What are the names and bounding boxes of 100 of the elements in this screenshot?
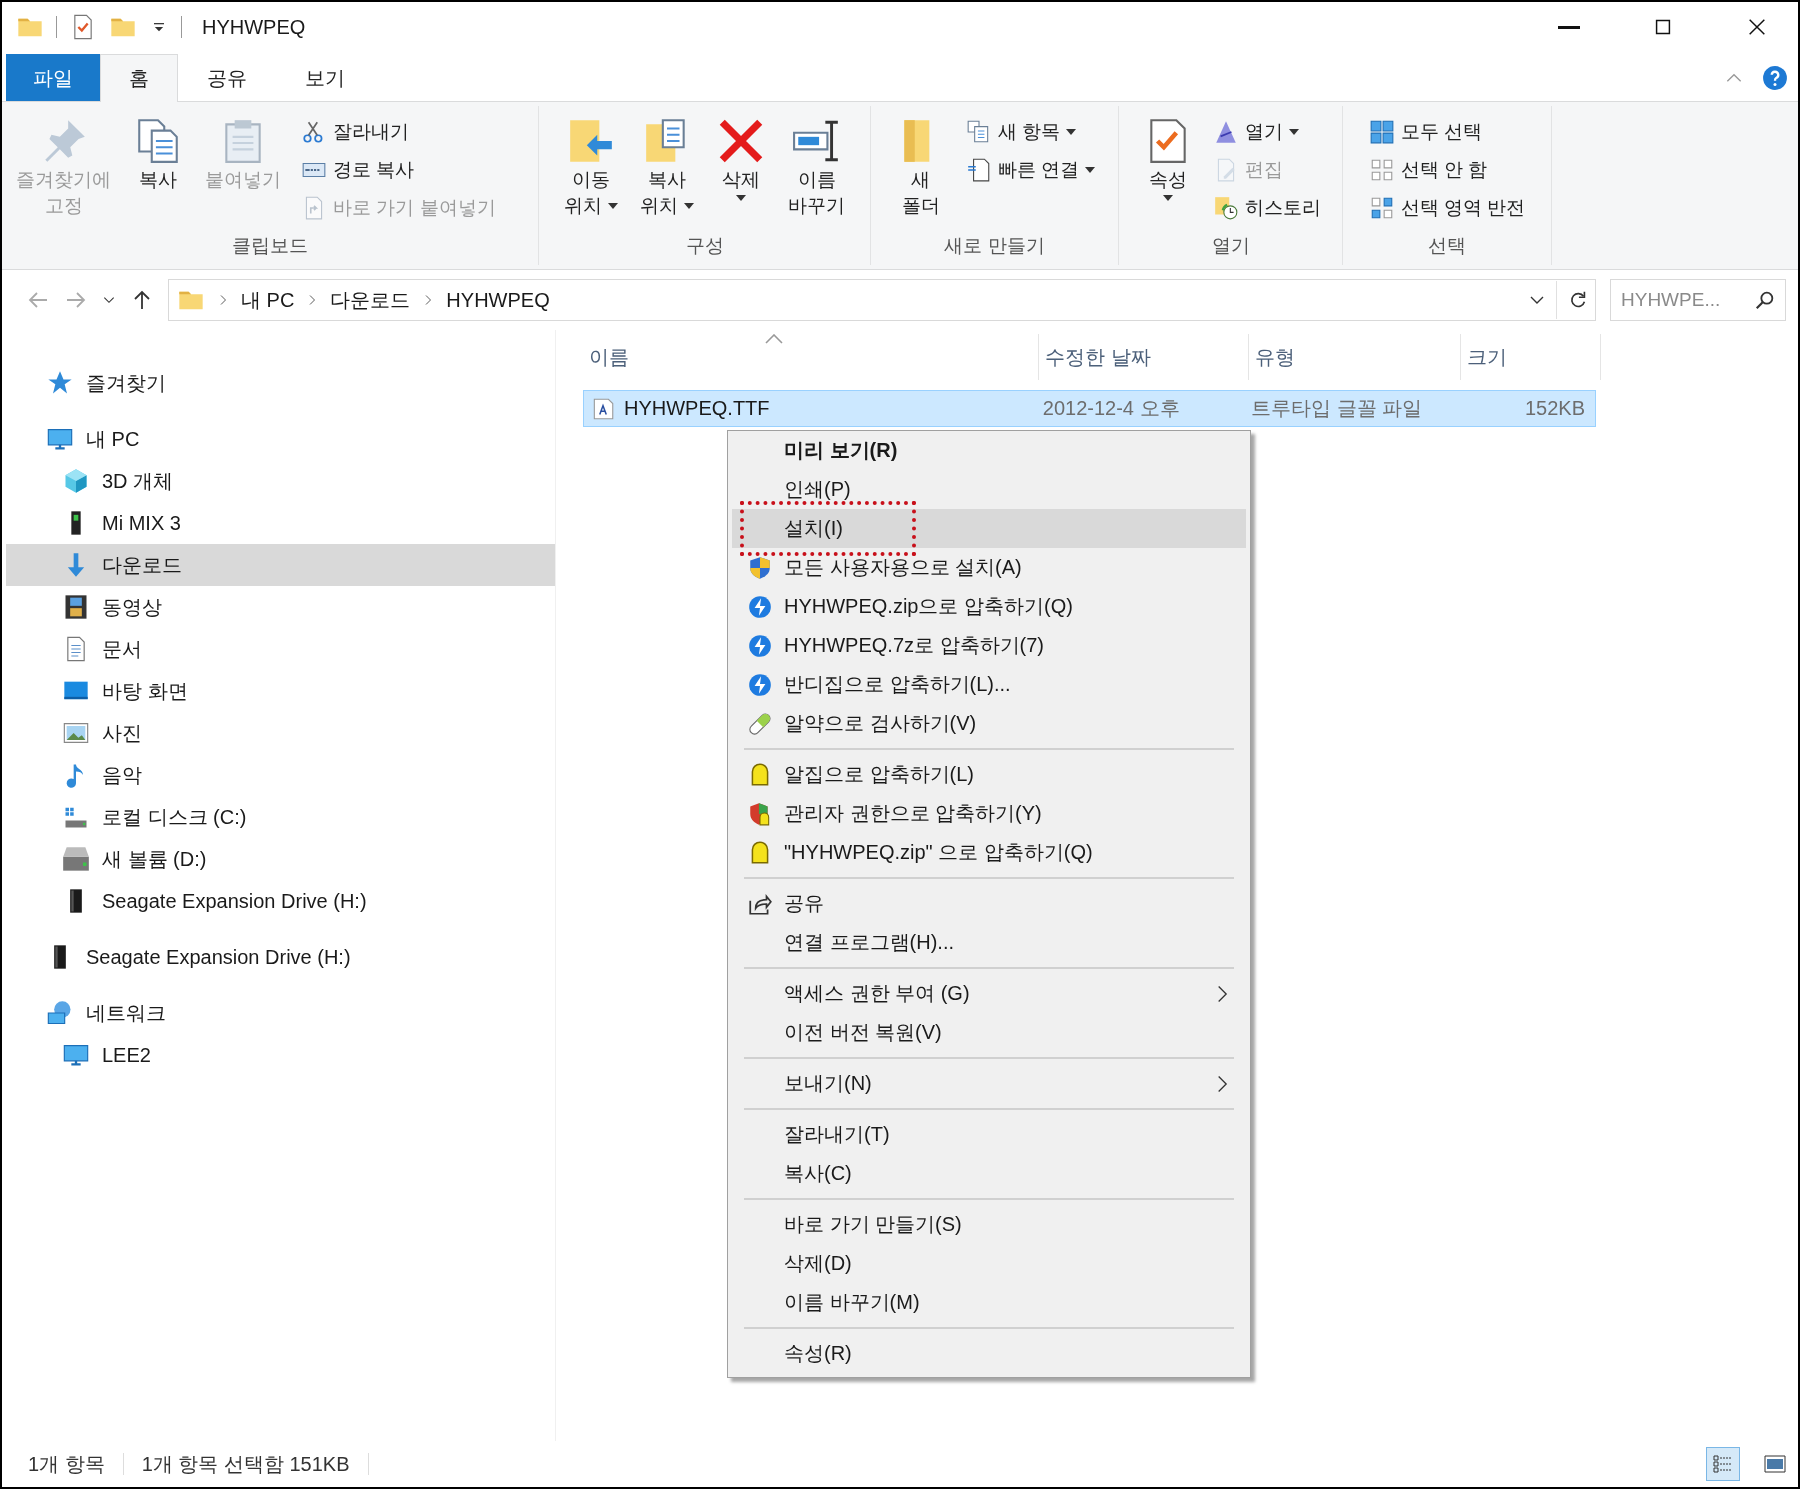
menu-item[interactable]: HYHWPEQ.zip으로 압축하기(Q)	[732, 587, 1246, 626]
ribbon-tab[interactable]: 공유	[178, 54, 276, 102]
column-header[interactable]: 유형	[1249, 334, 1461, 380]
nav-item[interactable]: 새 볼륨 (D:)	[6, 838, 555, 880]
nav-item[interactable]: 로컬 디스크 (C:)	[6, 796, 555, 838]
help-icon[interactable]	[1762, 64, 1788, 91]
ribbon-button[interactable]: 잘라내기	[297, 114, 500, 150]
pill-icon	[747, 710, 773, 737]
menu-item[interactable]: 속성(R)	[732, 1334, 1246, 1373]
ribbon-button[interactable]: 히스토리	[1208, 190, 1325, 226]
menu-item[interactable]: "HYHWPEQ.zip" 으로 압축하기(Q)	[732, 833, 1246, 872]
menu-item[interactable]: HYHWPEQ.7z로 압축하기(7)	[732, 626, 1246, 665]
ribbon-button[interactable]: 새 항목	[961, 114, 1100, 150]
menu-item[interactable]: 모든 사용자용으로 설치(A)	[732, 548, 1246, 587]
ribbon-button[interactable]: 모두 선택	[1364, 114, 1530, 150]
menu-item[interactable]: 알집으로 압축하기(L)	[732, 755, 1246, 794]
group-label: 열기	[1210, 234, 1251, 258]
column-header[interactable]: 수정한 날짜	[1039, 334, 1249, 380]
group-label: 구성	[684, 234, 725, 258]
menu-item[interactable]: 복사(C)	[732, 1154, 1246, 1193]
large-icons-view-icon	[1763, 1452, 1787, 1476]
column-header[interactable]: 크기	[1461, 334, 1601, 380]
caret-icon	[608, 203, 618, 210]
menu-item[interactable]: 잘라내기(T)	[732, 1115, 1246, 1154]
menu-item[interactable]: 이름 바꾸기(M)	[732, 1283, 1246, 1322]
ribbon-button[interactable]: 이동 위치	[558, 114, 624, 220]
caret-icon	[1066, 129, 1077, 135]
caret-icon	[1162, 194, 1173, 201]
menu-item[interactable]: 공유	[732, 884, 1246, 923]
table-cell: 152KB	[1524, 397, 1585, 420]
menu-item[interactable]: 연결 프로그램(H)...	[732, 923, 1246, 962]
ribbon-button[interactable]: 복사	[127, 114, 189, 194]
ribbon-button[interactable]: 이름 바꾸기	[782, 114, 851, 220]
view-button[interactable]	[1706, 1447, 1740, 1481]
history-icon	[1212, 195, 1239, 221]
menu-item[interactable]: 액세스 권한 부여 (G)	[732, 974, 1246, 1013]
ribbon-tab[interactable]: 파일	[6, 54, 100, 101]
group-label: 선택	[1427, 234, 1467, 258]
ribbon-button[interactable]: 속성	[1136, 114, 1199, 203]
status-text: 1개 항목 선택함 151KB	[141, 1451, 350, 1477]
ribbon-tab[interactable]: 보기	[276, 54, 374, 102]
column-header[interactable]: 이름	[583, 334, 1039, 380]
caret-icon	[1288, 129, 1299, 135]
group-label: 새로 만들기	[943, 234, 1046, 258]
file-row[interactable]: HYHWPEQ.TTF 2012-12-4 오후 트루타입 글꼴 파일 152KB	[583, 390, 1596, 427]
lightning-icon	[747, 632, 773, 659]
nav-item[interactable]: 문서	[6, 628, 555, 670]
caret-icon	[736, 194, 746, 201]
nav-item[interactable]: Mi MIX 3	[6, 502, 555, 544]
select-all-icon	[1368, 119, 1395, 145]
menu-item[interactable]: 알약으로 검사하기(V)	[732, 704, 1246, 743]
ribbon-button[interactable]: 새 폴더	[889, 114, 952, 220]
menu-item[interactable]: 보내기(N)	[732, 1064, 1246, 1103]
breadcrumb[interactable]: 다운로드	[330, 286, 411, 314]
nav-item[interactable]: 3D 개체	[6, 460, 555, 502]
ribbon-button[interactable]: 경로 복사	[297, 152, 500, 188]
nav-item[interactable]: 바탕 화면	[6, 670, 555, 712]
nav-item[interactable]: Seagate Expansion Drive (H:)	[6, 880, 555, 922]
breadcrumb[interactable]: HYHWPEQ	[446, 288, 550, 312]
ribbon-button[interactable]: 열기	[1208, 114, 1325, 150]
ribbon-button[interactable]: 선택 영역 반전	[1364, 190, 1530, 226]
nav-item[interactable]: 동영상	[6, 586, 555, 628]
nav-item[interactable]: 네트워크	[6, 992, 555, 1034]
nav-item[interactable]: 사진	[6, 712, 555, 754]
nav-item[interactable]: 음악	[6, 754, 555, 796]
caret-icon	[1085, 167, 1096, 173]
lightning-icon	[747, 593, 773, 620]
menu-item[interactable]: 인쇄(P)	[732, 470, 1246, 509]
nav-item[interactable]: 즐겨찾기	[6, 362, 555, 404]
ribbon-button[interactable]: 복사 위치	[634, 114, 700, 220]
lightning-icon	[747, 671, 773, 698]
nav-item[interactable]: 내 PC	[6, 418, 555, 460]
nav-item[interactable]: LEE2	[6, 1034, 555, 1076]
table-cell: HYHWPEQ.TTF	[624, 397, 770, 420]
window-title: HYHWPEQ	[202, 15, 307, 39]
menu-item[interactable]: 미리 보기(R)	[732, 431, 1246, 470]
search-field[interactable]: HYHWPE...	[1610, 279, 1786, 321]
link-document-icon	[965, 157, 992, 183]
group-label: 클립보드	[231, 234, 309, 258]
table-cell-text: 트루타입 글꼴 파일	[1251, 396, 1423, 421]
ribbon-button[interactable]: 삭제	[710, 114, 772, 203]
menu-item[interactable]: 반디집으로 압축하기(L)...	[732, 665, 1246, 704]
shield-icon	[747, 554, 773, 581]
ribbon-tab[interactable]: 홈	[100, 54, 178, 102]
nav-item[interactable]: 다운로드	[6, 544, 555, 586]
breadcrumb[interactable]: 내 PC	[241, 286, 295, 314]
nav-item[interactable]: Seagate Expansion Drive (H:)	[6, 936, 555, 978]
ribbon-button[interactable]: 빠른 연결	[961, 152, 1100, 188]
address-bar[interactable]: 내 PC 다운로드 HYHWPEQ	[168, 279, 1596, 321]
menu-item[interactable]: 이전 버전 복원(V)	[732, 1013, 1246, 1052]
menu-item[interactable]: 바로 가기 만들기(S)	[732, 1205, 1246, 1244]
drive-icon	[62, 845, 90, 873]
status-text: 1개 항목	[28, 1451, 105, 1477]
ribbon-button[interactable]: 선택 안 함	[1364, 152, 1530, 188]
minimize-icon	[1558, 25, 1580, 29]
close-icon	[1746, 16, 1768, 38]
menu-item[interactable]: 설치(I)	[732, 509, 1246, 548]
menu-item[interactable]: 관리자 권한으로 압축하기(Y)	[732, 794, 1246, 833]
table-cell-text: 2012-12-4 오후	[1042, 396, 1180, 421]
menu-item[interactable]: 삭제(D)	[732, 1244, 1246, 1283]
